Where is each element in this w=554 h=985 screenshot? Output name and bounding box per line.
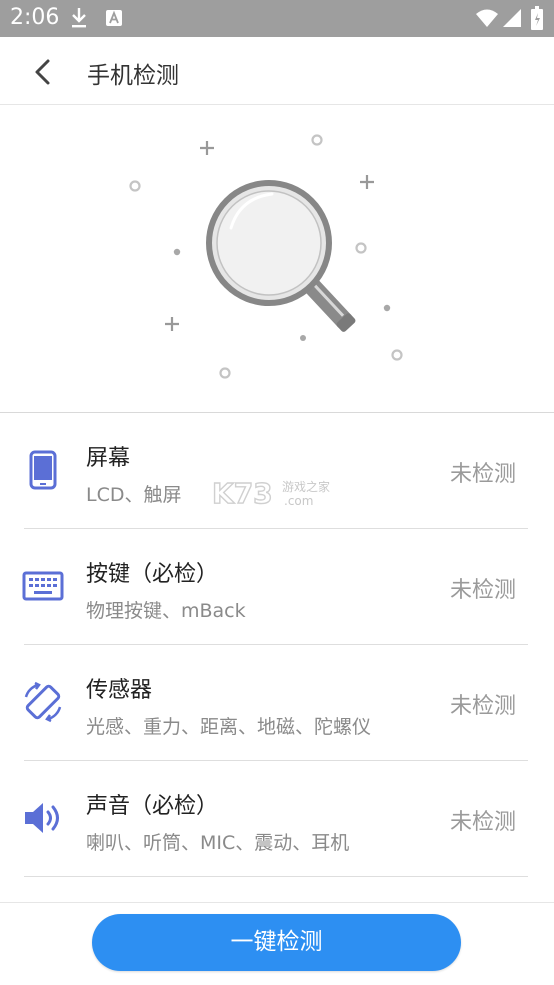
- list-item-sound[interactable]: 声音（必检） 喇叭、听筒、MIC、震动、耳机 未检测: [0, 761, 554, 877]
- item-name: 按键（必检）: [86, 562, 219, 587]
- watermark-brand: K73: [212, 477, 273, 509]
- item-name: 声音（必检）: [86, 794, 219, 819]
- status-text: 未检测: [449, 810, 516, 835]
- a-badge-icon: [106, 10, 122, 26]
- app-bar: 手机检测: [0, 37, 554, 105]
- watermark-tagline: 游戏之家: [282, 479, 330, 494]
- divider: [24, 876, 528, 877]
- page-title: 手机检测: [87, 63, 179, 89]
- wifi-icon: [476, 9, 498, 27]
- keyboard-icon: [22, 571, 64, 601]
- hero-illustration: [0, 104, 554, 413]
- watermark-domain: .com: [284, 494, 313, 508]
- speaker-icon: [25, 803, 59, 833]
- item-name: 屏幕: [86, 446, 131, 471]
- status-text: 未检测: [449, 578, 516, 603]
- cell-signal-icon: [503, 9, 521, 27]
- status-text: 未检测: [449, 694, 516, 719]
- battery-icon: [531, 6, 543, 30]
- status-bar: 2:06: [0, 0, 554, 37]
- bottom-bar: 一键检测: [0, 902, 554, 985]
- magnifier-icon: [129, 134, 403, 379]
- list-item-screen[interactable]: 屏幕 LCD、触屏 未检测: [0, 413, 554, 529]
- rotate-sensor-icon: [24, 681, 62, 723]
- list-item-keys[interactable]: 按键（必检） 物理按键、mBack 未检测: [0, 529, 554, 645]
- one-click-check-button[interactable]: 一键检测: [92, 914, 461, 971]
- item-subtitle: LCD、触屏: [86, 484, 182, 506]
- k73-watermark-logo: K73 游戏之家 .com: [212, 477, 330, 509]
- back-arrow-icon[interactable]: [26, 54, 62, 90]
- item-subtitle: 喇叭、听筒、MIC、震动、耳机: [86, 832, 350, 854]
- status-text: 未检测: [449, 462, 516, 487]
- download-icon: [72, 8, 86, 28]
- status-time: 2:06: [10, 5, 60, 30]
- item-name: 传感器: [86, 678, 153, 703]
- list-item-sensors[interactable]: 传感器 光感、重力、距离、地磁、陀螺仪 未检测: [0, 645, 554, 761]
- phone-icon: [29, 450, 57, 490]
- item-subtitle: 光感、重力、距离、地磁、陀螺仪: [86, 716, 372, 738]
- item-subtitle: 物理按键、mBack: [86, 600, 246, 622]
